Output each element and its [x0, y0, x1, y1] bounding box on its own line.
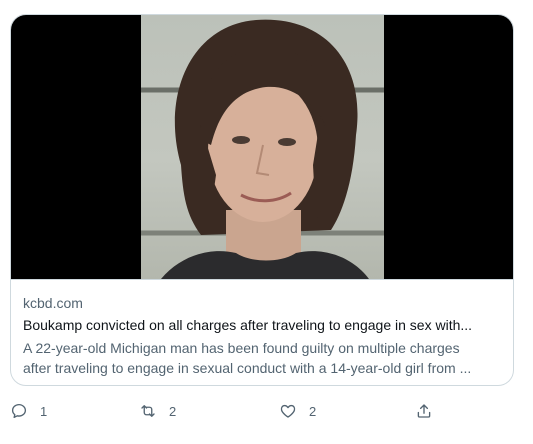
share-button[interactable] — [415, 398, 433, 424]
heart-icon — [280, 404, 296, 418]
retweet-button[interactable]: 2 — [139, 398, 176, 424]
reply-button[interactable]: 1 — [10, 398, 47, 424]
card-domain: kcbd.com — [23, 295, 83, 311]
mugshot-photo — [141, 15, 384, 279]
card-meta[interactable]: kcbd.com Boukamp convicted on all charge… — [11, 279, 513, 378]
like-count: 2 — [309, 403, 317, 419]
card-description: A 22-year-old Michigan man has been foun… — [23, 338, 501, 378]
card-description-line-2: after traveling to engage in sexual cond… — [23, 360, 472, 376]
card-description-line-1: A 22-year-old Michigan man has been foun… — [23, 340, 460, 356]
reply-count: 1 — [40, 403, 48, 419]
share-icon — [417, 404, 431, 418]
reply-icon — [11, 403, 27, 419]
retweet-count: 2 — [169, 403, 177, 419]
like-button[interactable]: 2 — [279, 398, 316, 424]
tweet-action-bar: 1 2 2 — [0, 398, 533, 424]
card-title: Boukamp convicted on all charges after t… — [23, 317, 473, 333]
card-media[interactable] — [11, 15, 513, 279]
link-preview-card[interactable]: kcbd.com Boukamp convicted on all charge… — [10, 14, 514, 386]
retweet-icon — [141, 405, 155, 417]
